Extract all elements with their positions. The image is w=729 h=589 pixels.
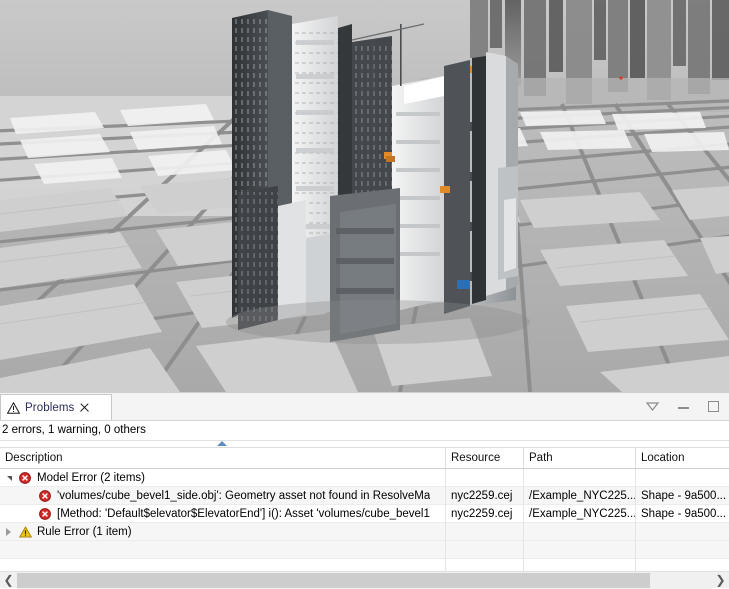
row-description-text: Rule Error (1 item)	[34, 523, 132, 541]
row-description-text: 'volumes/cube_bevel1_side.obj': Geometry…	[54, 487, 430, 505]
horizontal-scrollbar[interactable]: ❮ ❯	[0, 571, 729, 588]
close-icon[interactable]	[79, 402, 90, 413]
table-row[interactable]: Rule Error (1 item)	[0, 523, 729, 541]
cell-description	[0, 541, 446, 559]
warning-triangle-icon	[7, 402, 20, 414]
cell-description: 'volumes/cube_bevel1_side.obj': Geometry…	[0, 487, 446, 505]
scrollbar-track[interactable]	[17, 572, 712, 589]
problems-summary-status: 2 errors, 1 warning, 0 others	[0, 421, 729, 441]
cell-path: /Example_NYC225...	[524, 505, 636, 523]
table-row[interactable]: [Method: 'Default$elevator$ElevatorEnd']…	[0, 505, 729, 523]
cell-description: Model Error (2 items)	[0, 469, 446, 487]
column-header-location[interactable]: Location	[636, 448, 728, 468]
tab-label-problems: Problems	[25, 402, 74, 414]
row-description-text: [Method: 'Default$elevator$ElevatorEnd']…	[54, 505, 430, 523]
column-header-description[interactable]: Description	[0, 448, 446, 468]
table-body: Model Error (2 items)	[0, 469, 729, 577]
error-icon	[16, 469, 34, 487]
cell-resource: nyc2259.cej	[446, 487, 524, 505]
row-description-text: Model Error (2 items)	[34, 469, 145, 487]
cell-path	[524, 523, 636, 541]
cell-description: Rule Error (1 item)	[0, 523, 446, 541]
cell-location: Shape - 9a500...	[636, 505, 728, 523]
minimize-icon[interactable]	[677, 400, 690, 413]
chevron-left-icon[interactable]: ❮	[0, 572, 17, 589]
cell-resource: nyc2259.cej	[446, 505, 524, 523]
cell-resource	[446, 523, 524, 541]
scrollbar-thumb[interactable]	[17, 573, 650, 588]
view-menu-triangle-icon[interactable]	[646, 402, 659, 411]
problems-table: Description Resource Path Location	[0, 441, 729, 569]
table-row[interactable]: 'volumes/cube_bevel1_side.obj': Geometry…	[0, 487, 729, 505]
warning-icon	[16, 523, 34, 541]
error-icon	[36, 505, 54, 523]
expand-collapse-arrow-icon[interactable]	[0, 523, 16, 541]
cell-path	[524, 541, 636, 559]
problems-view-panel: Problems 2 errors, 1 warning, 0 others	[0, 392, 729, 588]
panel-tab-bar: Problems	[0, 393, 729, 421]
column-header-resource[interactable]: Resource	[446, 448, 524, 468]
cell-path	[524, 469, 636, 487]
cell-location: Shape - 9a500...	[636, 487, 728, 505]
cell-location	[636, 469, 728, 487]
cell-path: /Example_NYC225...	[524, 487, 636, 505]
cell-resource	[446, 541, 524, 559]
cell-location	[636, 523, 728, 541]
application-window: Problems 2 errors, 1 warning, 0 others	[0, 0, 729, 588]
table-row[interactable]: Model Error (2 items)	[0, 469, 729, 487]
table-row[interactable]	[0, 541, 729, 559]
maximize-icon[interactable]	[708, 401, 719, 412]
column-header-path[interactable]: Path	[524, 448, 636, 468]
cell-resource	[446, 469, 524, 487]
3d-scene-render	[0, 0, 729, 392]
error-icon	[36, 487, 54, 505]
panel-toolbar	[646, 393, 725, 420]
3d-scene-viewport[interactable]	[0, 0, 729, 392]
sort-ascending-icon	[217, 441, 227, 446]
tab-problems[interactable]: Problems	[0, 394, 112, 420]
chevron-right-icon[interactable]: ❯	[712, 572, 729, 589]
sort-indicator-strip	[0, 441, 729, 448]
cell-location	[636, 541, 728, 559]
expand-collapse-arrow-icon[interactable]	[0, 469, 16, 487]
cell-description: [Method: 'Default$elevator$ElevatorEnd']…	[0, 505, 446, 523]
table-header-row: Description Resource Path Location	[0, 448, 729, 469]
